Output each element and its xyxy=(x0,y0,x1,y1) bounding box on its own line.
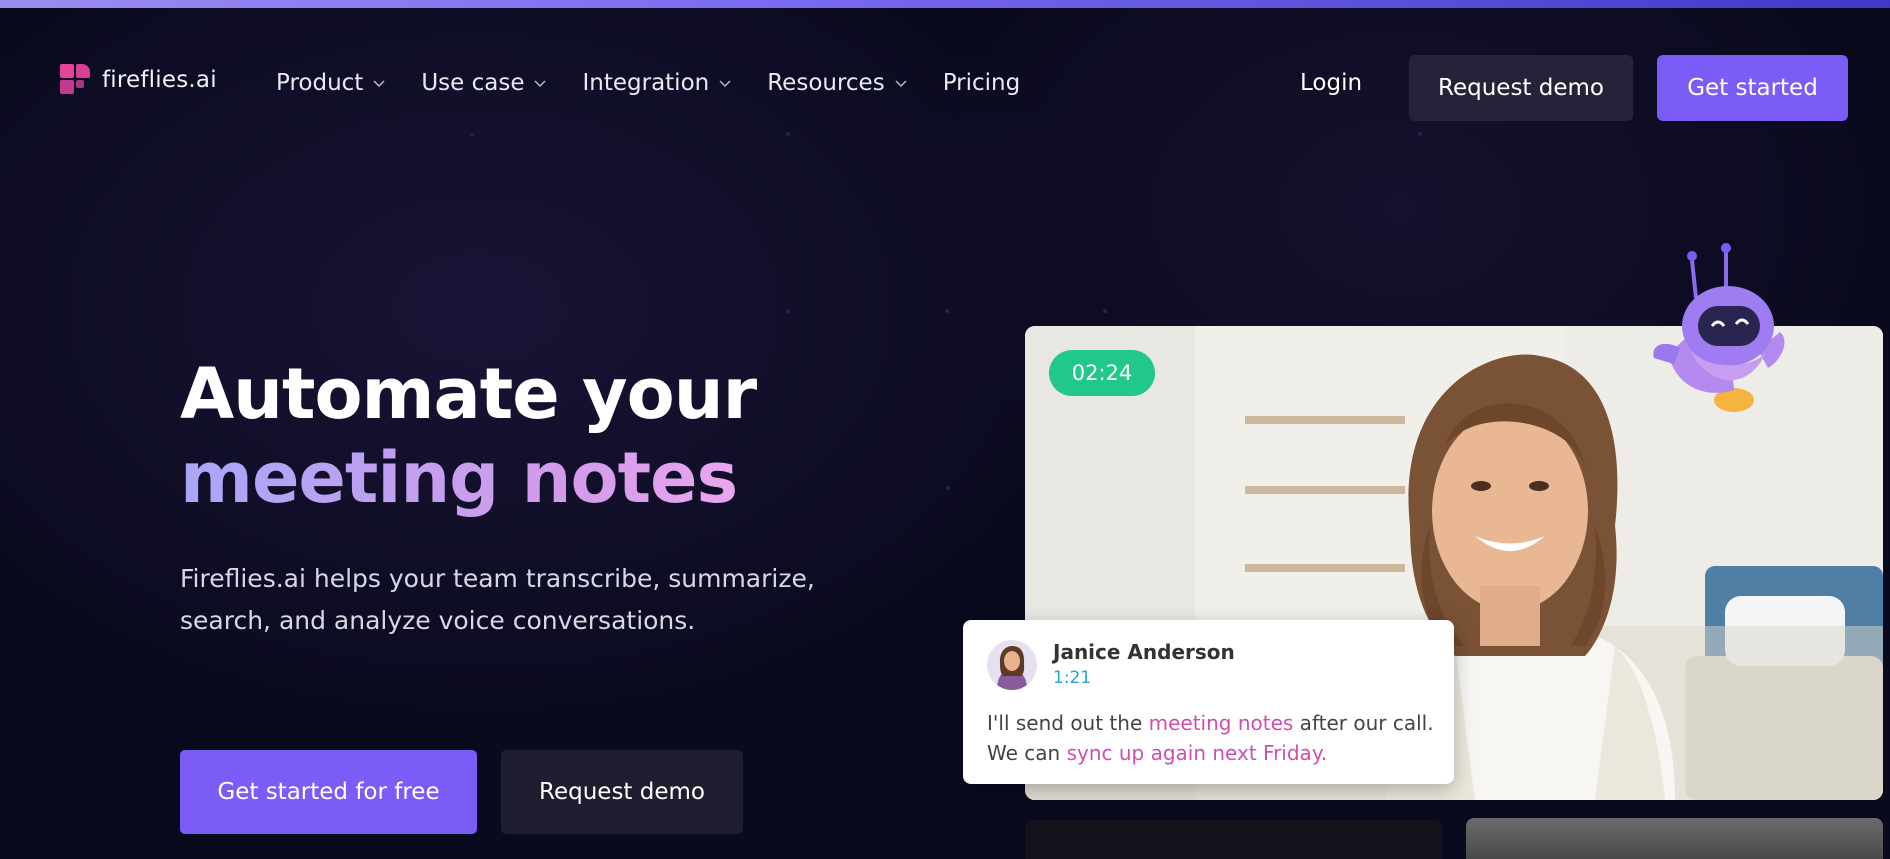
chevron-down-icon xyxy=(373,80,385,88)
menu-use-case-label: Use case xyxy=(421,70,525,96)
chevron-down-icon xyxy=(719,80,731,88)
top-navigation: fireflies.ai Product Use case Integratio… xyxy=(0,8,1890,152)
hero-request-demo-button[interactable]: Request demo xyxy=(501,750,743,834)
transcript-highlight-2: sync up again next Friday. xyxy=(1066,741,1328,765)
fireflies-robot-mascot-icon xyxy=(1653,243,1785,412)
secondary-card-left xyxy=(1025,820,1442,859)
menu-pricing-label: Pricing xyxy=(942,70,1021,96)
transcript-highlight-1: meeting notes xyxy=(1148,711,1294,735)
transcript-text: I'll send out the meeting notes after ou… xyxy=(987,708,1437,768)
brand-name: fireflies.ai xyxy=(102,67,217,93)
brand-logo[interactable]: fireflies.ai xyxy=(60,64,217,96)
menu-product[interactable]: Product xyxy=(276,70,385,96)
chevron-down-icon xyxy=(534,80,547,88)
hero-subtitle: Fireflies.ai helps your team transcribe,… xyxy=(180,564,815,635)
hero-title-line1: Automate your xyxy=(180,353,757,435)
speaker-timestamp: 1:21 xyxy=(1053,668,1092,688)
speaker-avatar-image xyxy=(987,640,1037,690)
transcript-text-part1: I'll send out the xyxy=(987,711,1149,735)
secondary-card-right xyxy=(1466,818,1883,859)
chevron-down-icon xyxy=(895,80,907,88)
transcript-card: Janice Anderson 1:21 I'll send out the m… xyxy=(963,620,1454,784)
main-menu: Product Use case Integration Resources P… xyxy=(276,70,1056,96)
get-started-button[interactable]: Get started xyxy=(1657,55,1848,121)
menu-resources[interactable]: Resources xyxy=(767,70,907,96)
login-link[interactable]: Login xyxy=(1300,70,1362,96)
top-accent-strip xyxy=(0,0,1890,8)
call-timer: 02:24 xyxy=(1049,350,1155,396)
speaker-name: Janice Anderson xyxy=(1053,640,1235,664)
menu-pricing[interactable]: Pricing xyxy=(943,70,1021,96)
request-demo-button[interactable]: Request demo xyxy=(1409,55,1633,121)
menu-integration-label: Integration xyxy=(582,70,710,96)
menu-resources-label: Resources xyxy=(767,70,885,96)
hero-title-line2: meeting notes xyxy=(180,437,738,519)
menu-integration[interactable]: Integration xyxy=(582,70,731,96)
menu-use-case[interactable]: Use case xyxy=(421,70,547,96)
get-started-free-button[interactable]: Get started for free xyxy=(180,750,477,834)
avatar xyxy=(987,640,1037,690)
menu-product-label: Product xyxy=(276,70,364,96)
fireflies-logo-icon xyxy=(60,64,92,96)
